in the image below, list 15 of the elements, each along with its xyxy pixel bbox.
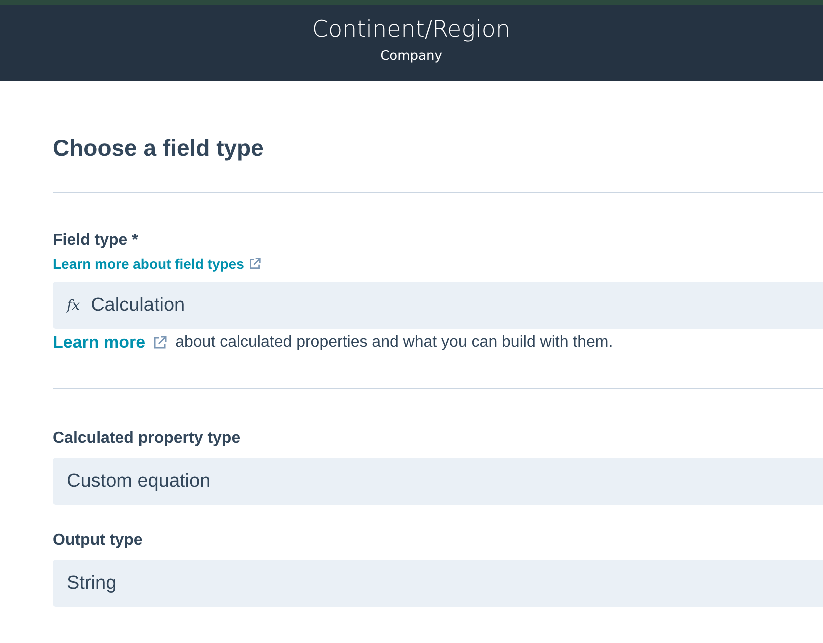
- field-label: Calculated property type: [53, 429, 241, 449]
- field-type-select[interactable]: fx Calculation: [53, 282, 823, 329]
- function-icon: fx: [67, 298, 80, 314]
- help-link[interactable]: Learn more about field types: [53, 255, 262, 273]
- field-label: Field type *: [53, 231, 138, 251]
- external-link-icon: [249, 258, 262, 270]
- object-subtitle: Company: [380, 48, 442, 66]
- select-field[interactable]: Custom equation: [53, 458, 823, 505]
- section-heading: Choose a field type: [53, 134, 264, 162]
- learn-more-link[interactable]: Learn more: [53, 333, 146, 353]
- select-field[interactable]: String: [53, 560, 823, 607]
- property-title: Continent/Region: [312, 16, 511, 44]
- help-text: about calculated properties and what you can build with them.: [176, 333, 614, 353]
- field-label: Output type: [53, 531, 143, 551]
- external-link-icon: [152, 336, 167, 350]
